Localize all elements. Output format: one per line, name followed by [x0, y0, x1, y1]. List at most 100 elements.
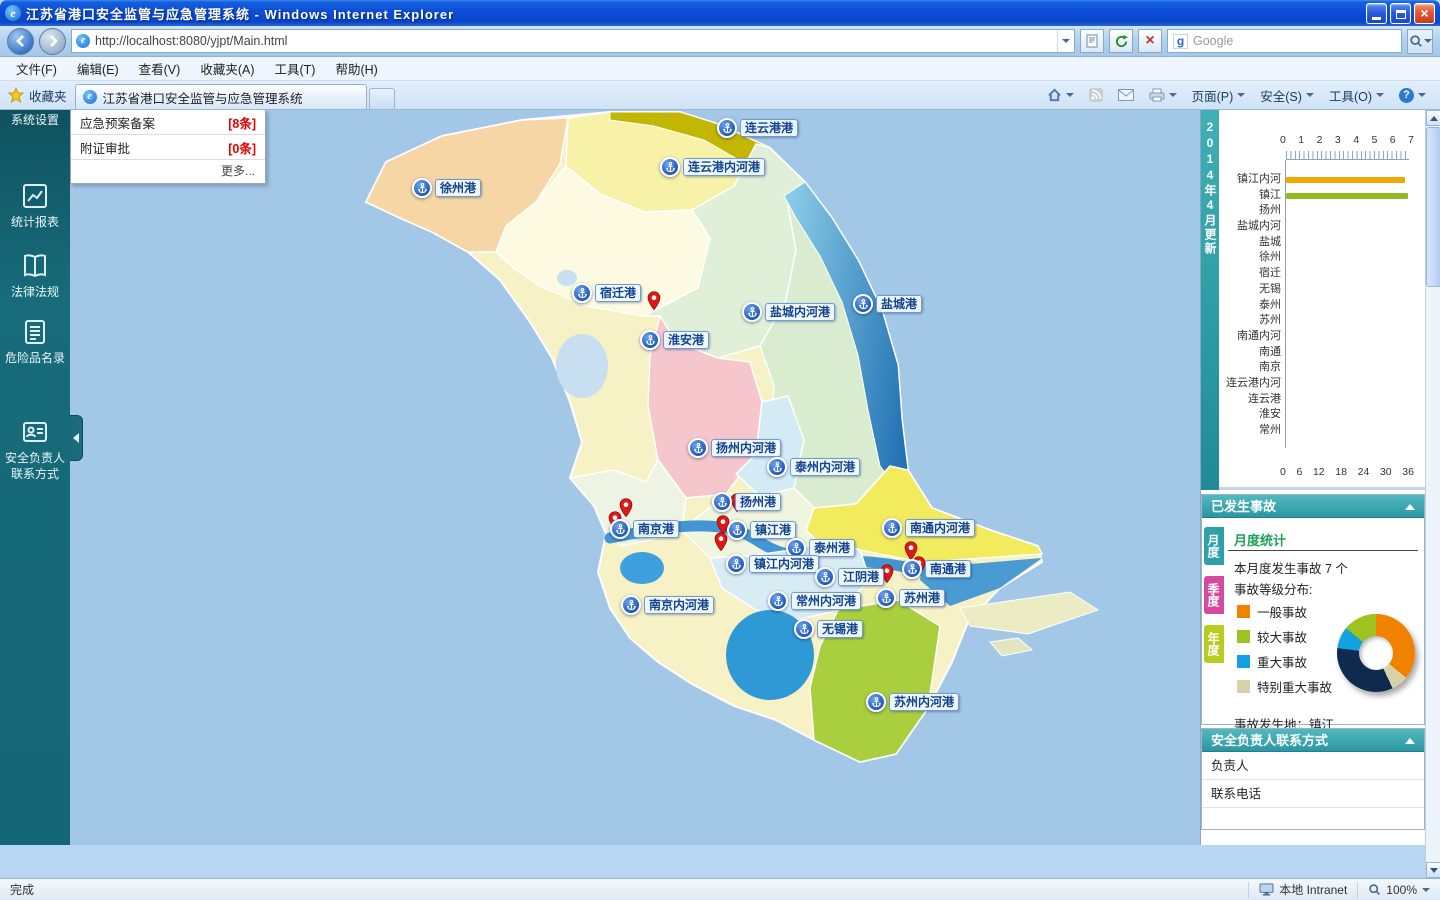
anchor-icon — [768, 591, 788, 611]
port-marker[interactable]: 镇江内河港 — [726, 554, 820, 574]
jiangsu-map — [364, 111, 1100, 764]
port-marker[interactable]: 苏州港 — [876, 588, 946, 608]
anchor-icon — [815, 567, 835, 587]
map-area[interactable]: 应急预案备案 [8条] 附证审批 [0条] 更多... 连云港港 连云港内河港 … — [70, 110, 1200, 845]
quick-panel-row[interactable]: 附证审批 [0条] — [71, 135, 265, 160]
compatibility-view-button[interactable] — [1080, 29, 1104, 53]
port-label: 苏州内河港 — [889, 693, 960, 711]
menu-item[interactable]: 文件(F) — [6, 56, 67, 81]
favorites-button[interactable]: 收藏夹 — [0, 81, 75, 109]
sidebar-item-dangerous-goods[interactable]: 危险品名录 — [0, 318, 70, 366]
browser-tab[interactable]: e 江苏省港口安全监管与应急管理系统 — [74, 84, 367, 109]
scroll-down-button[interactable] — [1426, 862, 1440, 878]
stop-button[interactable]: × — [1138, 29, 1162, 53]
port-marker[interactable]: 盐城港 — [853, 294, 923, 314]
port-marker[interactable]: 南通港 — [902, 559, 972, 579]
port-marker[interactable]: 南通内河港 — [882, 518, 976, 538]
severity-legend: 一般事故 较大事故 重大事故 特别重大事故 — [1237, 599, 1332, 699]
contact-row[interactable]: 联系电话 — [1202, 780, 1424, 808]
address-dropdown-button[interactable] — [1057, 30, 1074, 52]
scroll-up-button[interactable] — [1426, 110, 1440, 126]
port-marker[interactable]: 连云港港 — [717, 118, 799, 138]
chevron-down-icon — [1168, 93, 1177, 97]
zoom-level: 100% — [1386, 882, 1417, 897]
collapse-panel-button[interactable] — [1405, 738, 1415, 744]
anchor-icon — [727, 520, 747, 540]
print-button[interactable] — [1143, 85, 1183, 105]
minimize-button[interactable] — [1366, 2, 1387, 24]
search-box[interactable]: g Google — [1167, 29, 1402, 53]
legend-label: 一般事故 — [1257, 606, 1308, 620]
book-icon — [24, 254, 46, 278]
vertical-scrollbar[interactable] — [1425, 110, 1440, 878]
safety-menu-button[interactable]: 安全(S) — [1254, 83, 1320, 108]
port-marker[interactable]: 无锡港 — [794, 619, 864, 639]
menu-item[interactable]: 查看(V) — [129, 56, 191, 81]
menu-item[interactable]: 编辑(E) — [67, 56, 129, 81]
axis-tick-label: 24 — [1357, 466, 1370, 478]
legend-label: 较大事故 — [1257, 631, 1308, 645]
distribution-label: 事故等级分布: — [1234, 583, 1313, 597]
port-marker[interactable]: 泰州内河港 — [767, 457, 861, 477]
scrollbar-thumb[interactable] — [1426, 127, 1440, 287]
read-mail-button[interactable] — [1112, 86, 1140, 104]
port-marker[interactable]: 江阴港 — [815, 567, 885, 587]
period-tab[interactable]: 年度 — [1204, 625, 1224, 663]
port-marker[interactable]: 扬州港 — [712, 492, 782, 512]
search-placeholder: Google — [1193, 34, 1234, 48]
chart-bottom-axis: 0 6 12 18 24 30 36 — [1280, 466, 1414, 478]
sidebar-item-laws[interactable]: 法律法规 — [0, 252, 70, 300]
period-tab[interactable]: 月度 — [1204, 527, 1224, 565]
sidebar-item-label: 法律法规 — [10, 285, 59, 299]
port-marker[interactable]: 宿迁港 — [572, 283, 642, 303]
anchor-icon — [640, 330, 660, 350]
incident-pin-icon[interactable] — [646, 291, 662, 311]
port-marker[interactable]: 扬州内河港 — [688, 438, 782, 458]
menu-item[interactable]: 收藏夹(A) — [190, 56, 264, 81]
new-tab-stub[interactable] — [368, 88, 395, 109]
port-marker[interactable]: 镇江港 — [727, 520, 797, 540]
tools-menu-button[interactable]: 工具(O) — [1323, 83, 1390, 108]
port-marker[interactable]: 淮安港 — [640, 330, 710, 350]
menu-item[interactable]: 帮助(H) — [325, 56, 387, 81]
quick-panel-row[interactable]: 应急预案备案 [8条] — [71, 110, 265, 135]
forward-button[interactable] — [39, 27, 66, 55]
page-menu-button[interactable]: 页面(P) — [1186, 83, 1252, 108]
zoom-control[interactable]: 100% — [1357, 881, 1440, 898]
page-icon: e — [76, 34, 90, 48]
refresh-button[interactable] — [1109, 29, 1133, 53]
port-marker[interactable]: 徐州港 — [412, 178, 482, 198]
sidebar-item-statistics[interactable]: 统计报表 — [0, 182, 70, 230]
zone-label: 本地 Intranet — [1279, 883, 1348, 897]
port-marker[interactable]: 连云港内河港 — [660, 157, 766, 177]
legend-item: 特别重大事故 — [1237, 674, 1332, 699]
sidebar-item-safety-contacts[interactable]: 安全负责人联系方式 — [0, 418, 70, 482]
restore-button[interactable] — [1390, 2, 1411, 24]
collapse-panel-button[interactable] — [1405, 504, 1415, 510]
contact-row[interactable]: 负责人 — [1202, 752, 1424, 780]
tools-menu-label: 工具(O) — [1328, 89, 1372, 104]
tab-favicon: e — [82, 90, 97, 104]
list-icon — [25, 320, 45, 344]
port-marker[interactable]: 苏州内河港 — [866, 692, 960, 712]
port-label: 扬州内河港 — [711, 439, 782, 457]
search-button[interactable] — [1407, 28, 1433, 54]
period-tab[interactable]: 季度 — [1204, 576, 1224, 614]
sidebar-collapse-handle[interactable] — [70, 415, 83, 461]
sidebar-item-system-settings[interactable]: 系统设置 — [0, 112, 70, 128]
close-button[interactable]: × — [1414, 2, 1435, 24]
port-marker[interactable]: 南京内河港 — [621, 595, 715, 615]
port-marker[interactable]: 盐城内河港 — [742, 302, 836, 322]
address-input[interactable]: e http://localhost:8080/yjpt/Main.html — [71, 29, 1075, 53]
port-label: 镇江港 — [750, 521, 797, 539]
more-link[interactable]: 更多... — [71, 160, 265, 183]
help-button[interactable]: ? — [1393, 85, 1432, 106]
home-button[interactable] — [1041, 85, 1080, 105]
port-marker[interactable]: 南京港 — [610, 519, 680, 539]
menu-item[interactable]: 工具(T) — [264, 56, 325, 81]
mail-icon — [1117, 89, 1134, 101]
port-marker[interactable]: 常州内河港 — [768, 591, 862, 611]
back-button[interactable] — [7, 27, 34, 55]
feeds-button[interactable] — [1083, 85, 1109, 105]
port-label: 南京内河港 — [644, 596, 715, 614]
